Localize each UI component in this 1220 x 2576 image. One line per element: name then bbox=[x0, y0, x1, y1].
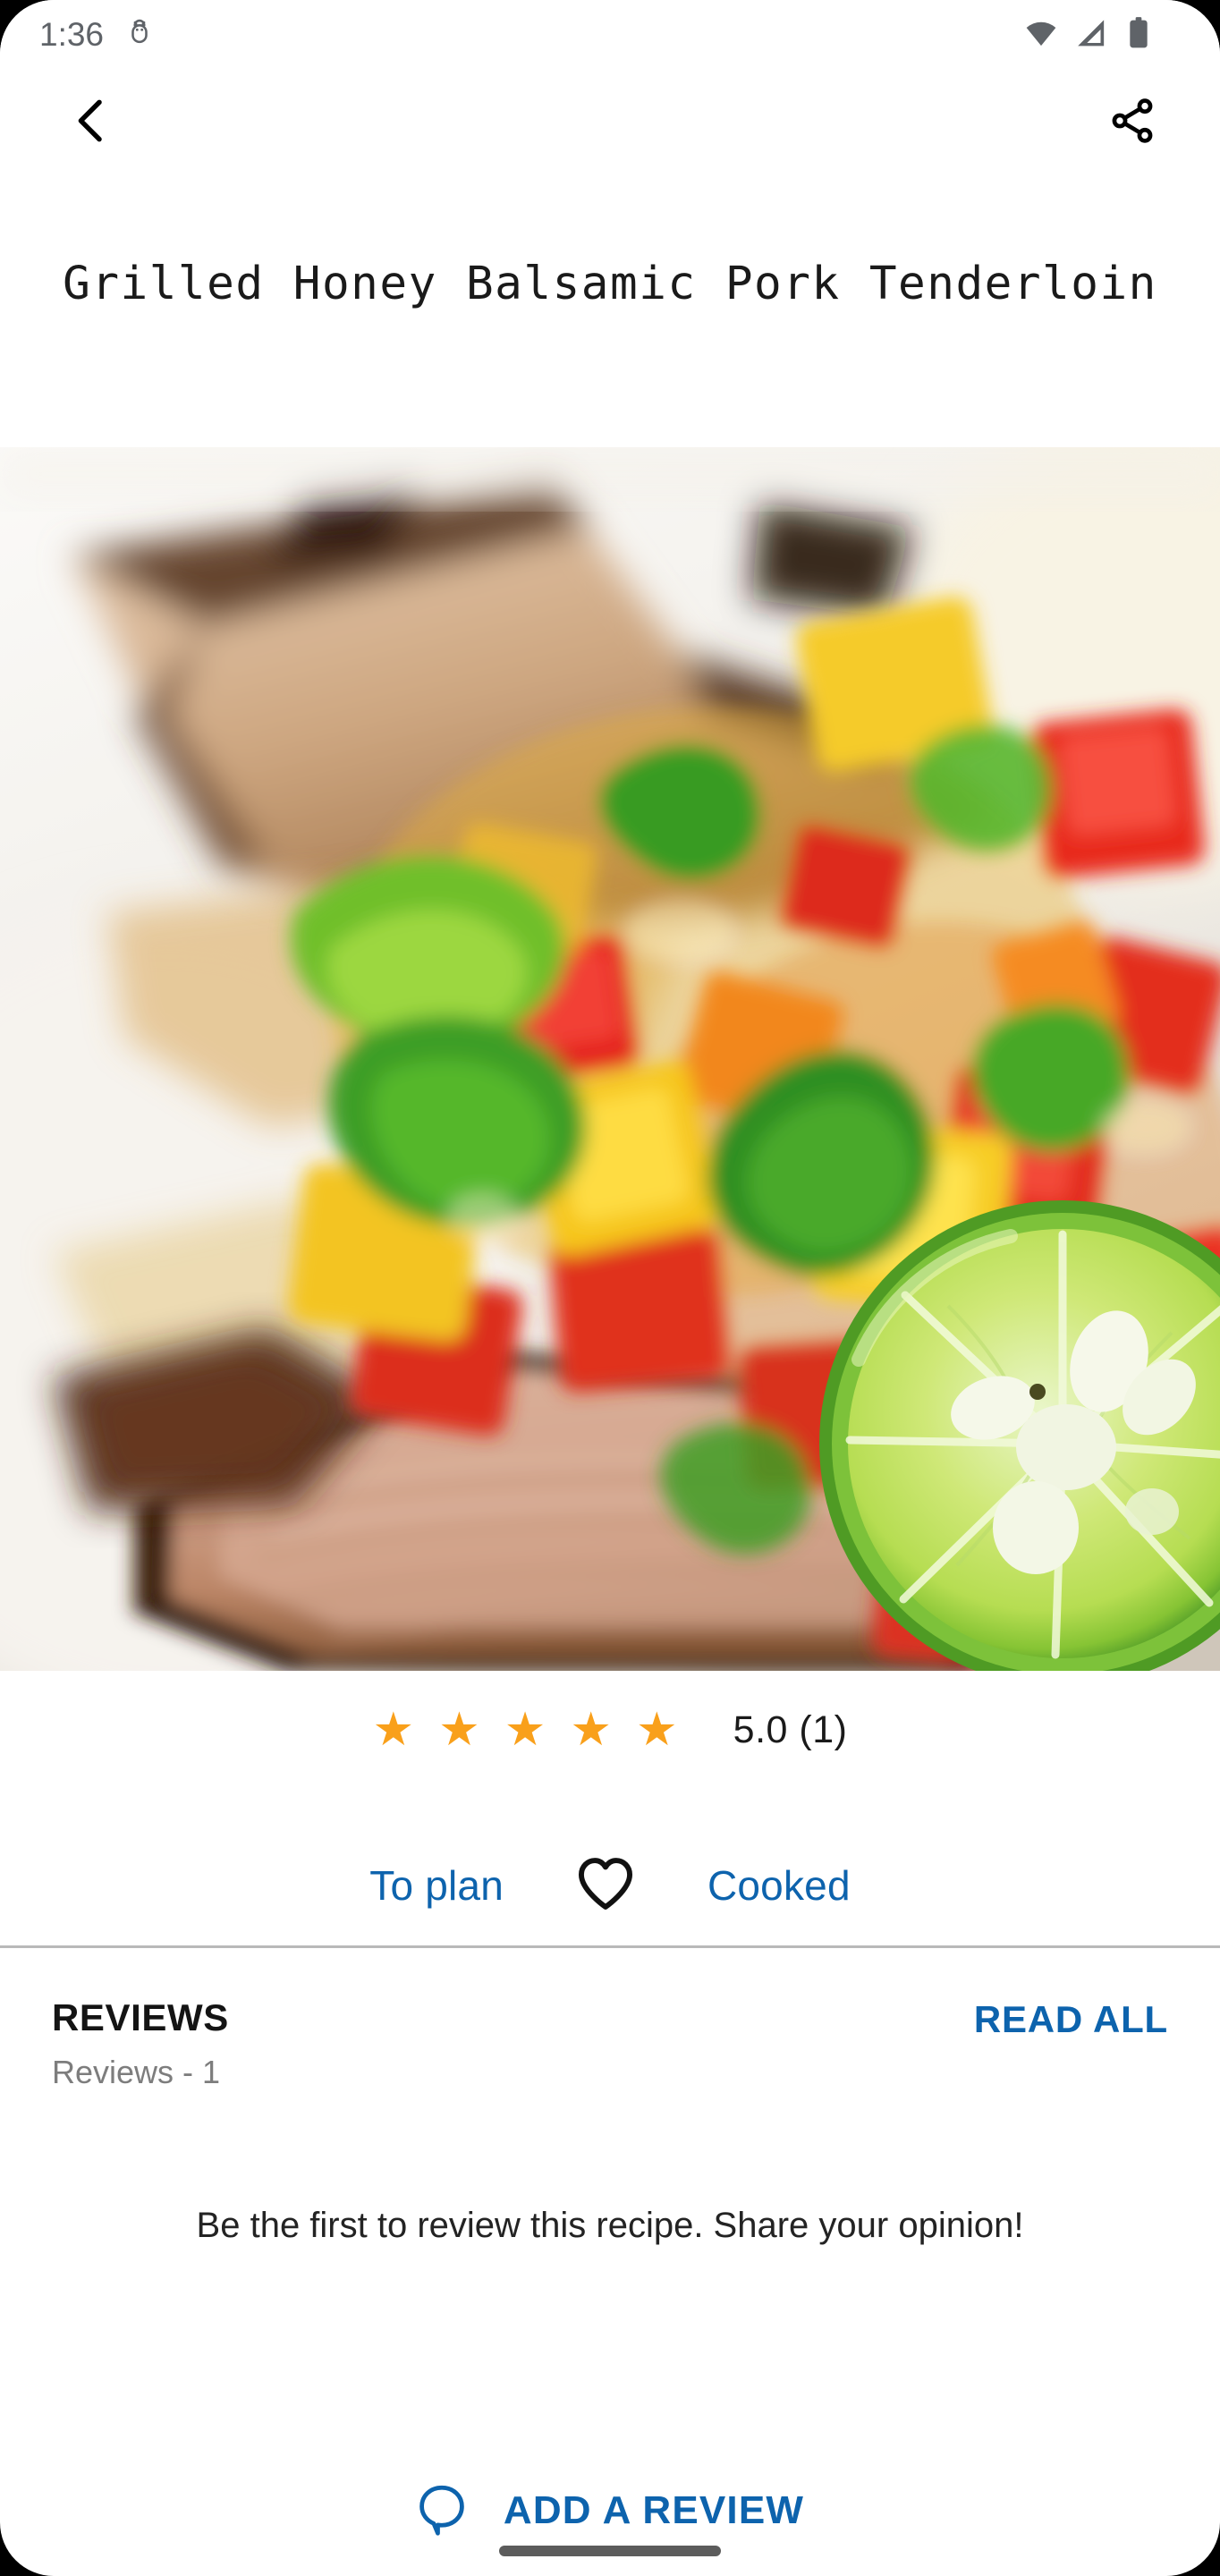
status-bar-clock: 1:36 bbox=[39, 16, 105, 53]
wifi-icon bbox=[1023, 15, 1059, 55]
recipe-action-row: To plan Cooked bbox=[0, 1823, 1220, 1948]
heart-outline-icon bbox=[575, 1856, 636, 1916]
app-bar bbox=[0, 70, 1220, 175]
phone-screen: 1:36 Grilled Honey Balsamic Pork Tenderl… bbox=[0, 0, 1220, 2576]
recipe-title: Grilled Honey Balsamic Pork Tenderloin bbox=[63, 258, 1157, 310]
rating-star-2[interactable]: ★ bbox=[438, 1707, 480, 1753]
add-review-label: ADD A REVIEW bbox=[503, 2488, 805, 2532]
recipe-photo-illustration bbox=[0, 447, 1220, 1671]
cellular-signal-icon bbox=[1073, 15, 1109, 55]
share-icon bbox=[1107, 96, 1157, 150]
rating-star-3[interactable]: ★ bbox=[504, 1707, 546, 1753]
reviews-count-label: Reviews - 1 bbox=[52, 2054, 221, 2090]
status-bar: 1:36 bbox=[0, 0, 1220, 70]
back-button[interactable] bbox=[50, 81, 132, 164]
status-bar-left: 1:36 bbox=[39, 16, 156, 54]
status-bar-right bbox=[1023, 15, 1186, 55]
comment-bubble-icon bbox=[416, 2483, 468, 2538]
reviews-section-header: REVIEWS Reviews - 1 READ ALL bbox=[0, 1996, 1220, 2091]
reviews-header-text: REVIEWS Reviews - 1 bbox=[52, 1996, 229, 2091]
android-debug-icon bbox=[123, 17, 156, 54]
rating-value: 5.0 (1) bbox=[733, 1707, 848, 1751]
section-divider bbox=[0, 1945, 1220, 1948]
favorite-button[interactable] bbox=[552, 1841, 659, 1930]
to-plan-button[interactable]: To plan bbox=[369, 1861, 504, 1910]
share-button[interactable] bbox=[1091, 81, 1173, 164]
battery-icon bbox=[1123, 15, 1154, 55]
cooked-button[interactable]: Cooked bbox=[707, 1861, 851, 1910]
rating-star-4[interactable]: ★ bbox=[570, 1707, 612, 1753]
reviews-empty-message: Be the first to review this recipe. Shar… bbox=[196, 2206, 1024, 2245]
rating-row: ★ ★ ★ ★ ★ 5.0 (1) bbox=[0, 1707, 1220, 1753]
home-gesture-bar[interactable] bbox=[499, 2546, 721, 2556]
rating-star-5[interactable]: ★ bbox=[636, 1707, 678, 1753]
reviews-section-title: REVIEWS bbox=[52, 1996, 229, 2038]
read-all-button[interactable]: READ ALL bbox=[974, 1996, 1168, 2041]
rating-star-1[interactable]: ★ bbox=[373, 1707, 415, 1753]
back-chevron-icon bbox=[64, 93, 119, 153]
recipe-photo[interactable] bbox=[0, 447, 1220, 1671]
